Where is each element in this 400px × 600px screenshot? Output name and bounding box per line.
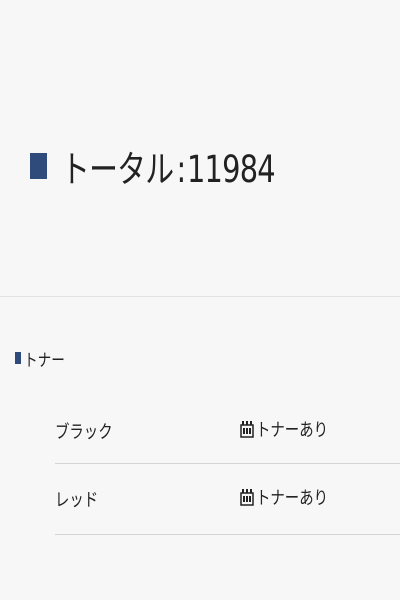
toner-list: ブラック トナーあり レッド トナーあり xyxy=(55,396,400,535)
total-separator: : xyxy=(176,148,186,191)
toner-cartridge-icon xyxy=(240,421,254,438)
toner-status-text: トナーあり xyxy=(256,488,328,509)
printer-status-page: トータル:11984 トナー ブラック トナーあり レッド トナーあり xyxy=(0,0,400,600)
toner-cartridge-icon xyxy=(240,489,254,506)
toner-status: トナーあり xyxy=(240,484,346,510)
panel-divider xyxy=(0,296,400,297)
total-label: トータル xyxy=(61,148,174,191)
total-value: 11984 xyxy=(186,148,276,191)
total-marker-icon xyxy=(30,153,47,179)
total-counter: トータル:11984 xyxy=(30,136,335,196)
section-marker-icon xyxy=(15,352,21,364)
toner-row-red: レッド トナーあり xyxy=(55,464,400,535)
toner-color-label: レッド xyxy=(55,490,99,511)
toner-section-header: トナー xyxy=(15,346,75,371)
toner-status-text: トナーあり xyxy=(256,420,328,441)
toner-section-title: トナー xyxy=(24,350,65,371)
toner-color-label: ブラック xyxy=(55,422,113,443)
total-counter-text: トータル:11984 xyxy=(61,139,276,193)
toner-status: トナーあり xyxy=(240,416,346,442)
toner-row-black: ブラック トナーあり xyxy=(55,396,400,464)
